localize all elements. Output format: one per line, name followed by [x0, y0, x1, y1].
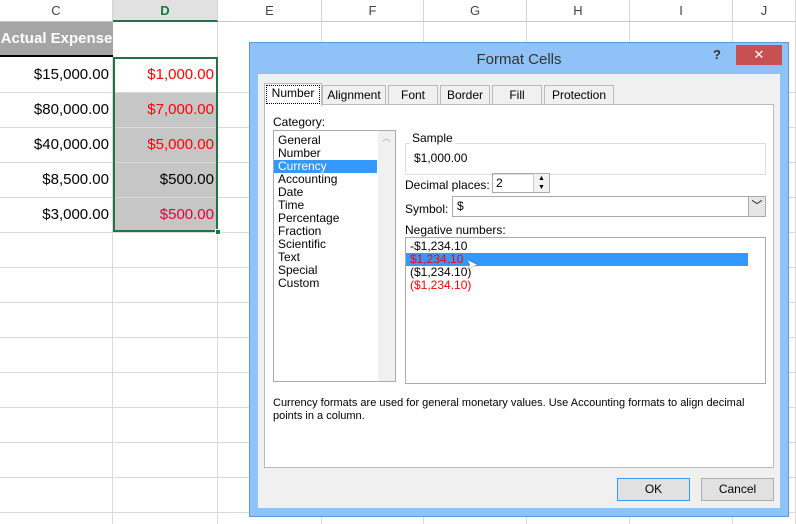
column-header-i[interactable]: I	[630, 0, 733, 22]
mouse-cursor-icon: ➤	[466, 256, 478, 272]
negative-numbers-label: Negative numbers:	[405, 223, 506, 237]
tab-number[interactable]: Number	[264, 83, 322, 106]
tab-border[interactable]: Border	[440, 85, 490, 105]
tab-protection[interactable]: Protection	[544, 85, 614, 105]
cell-c[interactable]: $15,000.00	[0, 58, 113, 92]
column-header-f[interactable]: F	[322, 0, 424, 22]
selection-range[interactable]	[113, 57, 218, 232]
column-header-j[interactable]: J	[733, 0, 796, 22]
cell-c[interactable]: $80,000.00	[0, 93, 113, 127]
category-label: Category:	[273, 115, 326, 129]
cancel-button[interactable]: Cancel	[701, 478, 774, 501]
close-button[interactable]: ✕	[736, 45, 782, 65]
header-cell-actual-expense[interactable]: Actual Expense	[0, 22, 113, 57]
column-header-h[interactable]: H	[527, 0, 630, 22]
negative-numbers-list[interactable]: -$1,234.10 $1,234.10 ($1,234.10) ($1,234.10…	[405, 237, 766, 384]
help-button[interactable]: ?	[713, 47, 733, 62]
category-scrollbar[interactable]: ︿	[378, 131, 395, 381]
tab-alignment[interactable]: Alignment	[322, 85, 386, 105]
cell-c[interactable]: $3,000.00	[0, 198, 113, 232]
dialog-title: Format Cells	[476, 51, 562, 68]
column-header-c[interactable]: C	[0, 0, 113, 22]
tab-font[interactable]: Font	[388, 85, 438, 105]
symbol-label: Symbol:	[405, 202, 449, 216]
ok-button[interactable]: OK	[617, 478, 690, 501]
tab-fill[interactable]: Fill	[492, 85, 542, 105]
category-item-custom[interactable]: Custom	[274, 277, 377, 290]
decimal-places-label: Decimal places:	[405, 178, 490, 192]
cell-c[interactable]: $8,500.00	[0, 163, 113, 197]
column-header-d[interactable]: D	[113, 0, 218, 22]
fill-handle[interactable]	[215, 229, 221, 235]
negative-number-option[interactable]: ($1,234.10)	[406, 279, 748, 292]
decimal-spinner[interactable]: ▲ ▼	[533, 174, 549, 192]
chevron-down-icon[interactable]: ﹀	[748, 197, 765, 216]
number-tab-panel: Category: General Number Currency Accountin…	[264, 104, 774, 468]
column-header-e[interactable]: E	[218, 0, 322, 22]
cell-c[interactable]: $40,000.00	[0, 128, 113, 162]
format-cells-dialog: Format Cells ? ✕ Number Alignment Font Bord…	[249, 42, 789, 517]
symbol-select[interactable]: $	[452, 196, 766, 217]
sample-label: Sample	[410, 131, 455, 145]
sample-value: $1,000.00	[414, 151, 468, 165]
column-header-g[interactable]: G	[424, 0, 527, 22]
format-description: Currency formats are used for general mo…	[273, 397, 745, 422]
